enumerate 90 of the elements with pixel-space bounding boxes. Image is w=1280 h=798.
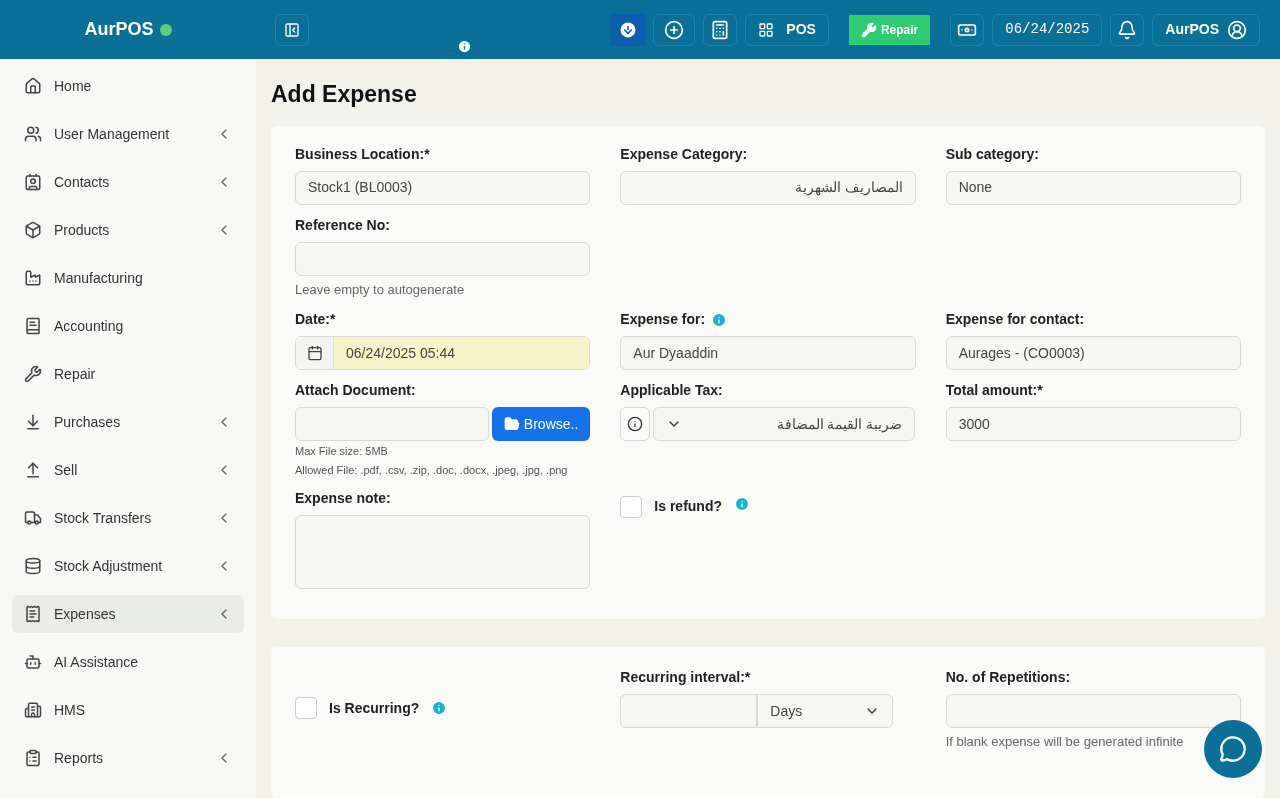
tax-select[interactable]: ضريبة القيمة المضافة — [653, 407, 916, 441]
contact-card-icon — [24, 173, 42, 191]
browse-button[interactable]: Browse.. — [491, 407, 591, 441]
reference-input[interactable] — [295, 241, 591, 276]
field-label: Attach Document: — [295, 381, 416, 400]
checkbox-label: Is Recurring? — [329, 698, 420, 718]
factory-icon — [24, 269, 42, 287]
notifications-button[interactable] — [1110, 13, 1145, 46]
calculator-button[interactable] — [703, 13, 738, 46]
field-label: Expense note: — [295, 489, 391, 508]
contact-select[interactable]: Aurages - (CO0003) — [945, 336, 1241, 370]
info-icon — [627, 416, 644, 432]
sidebar-toggle-button[interactable] — [275, 13, 309, 46]
sidebar-item[interactable]: HMS — [12, 691, 244, 729]
field-label: Expense for: — [620, 310, 706, 329]
field-label: No. of Repetitions: — [945, 668, 1071, 687]
sidebar-item[interactable]: Stock Transfers — [12, 499, 244, 537]
bell-icon — [1117, 19, 1138, 40]
user-icon — [1227, 19, 1247, 40]
download-icon — [618, 19, 639, 40]
user-menu-button[interactable]: AurPOS — [1152, 13, 1260, 46]
pos-button[interactable]: POS — [745, 13, 829, 46]
sidebar-item[interactable]: Contacts — [12, 163, 244, 201]
wrench-icon — [860, 21, 877, 38]
brand-name: AurPOS — [84, 18, 154, 41]
folder-icon — [503, 416, 520, 432]
field-label: Date:* — [295, 310, 336, 329]
page-title: Add Expense — [271, 80, 418, 109]
sidebar-item[interactable]: Stock Adjustment — [12, 547, 244, 585]
field-label: Recurring interval:* — [620, 668, 751, 687]
help-text: Leave empty to autogenerate — [295, 280, 466, 299]
field-label: Expense for contact: — [945, 310, 1085, 329]
sidebar-item[interactable]: Reports — [12, 739, 244, 777]
expense-for-select[interactable]: Aur Dyaaddin — [620, 336, 916, 370]
sidebar-item[interactable]: Expenses — [12, 595, 244, 633]
location-select[interactable]: Stock1 (BL0003) — [295, 170, 591, 205]
building-icon — [24, 701, 42, 719]
sidebar-item[interactable]: Accounting — [12, 307, 244, 345]
field-label: Reference No: — [295, 215, 390, 235]
box-icon — [24, 221, 42, 239]
home-icon — [24, 77, 42, 95]
wrench-icon — [24, 365, 42, 383]
date-button[interactable]: 06/24/2025 — [992, 13, 1103, 46]
clipboard-icon — [24, 749, 42, 767]
receipt-icon — [24, 605, 42, 623]
field-label: Applicable Tax: — [620, 381, 723, 400]
file-input[interactable] — [295, 407, 489, 441]
field-label: Business Location:* — [295, 144, 430, 164]
help-text: Allowed File: .pdf, .csv, .zip, .doc, .docx, .jpeg, .jpg, .png — [295, 462, 569, 478]
add-button[interactable] — [653, 13, 696, 46]
checkbox[interactable] — [295, 697, 317, 719]
chat-bubble-icon — [1219, 735, 1247, 763]
note-textarea[interactable] — [295, 515, 591, 589]
sidebar-item[interactable]: Home — [12, 67, 244, 105]
sidebar-panel-icon — [284, 21, 300, 38]
upload-icon — [24, 461, 42, 479]
amount-input[interactable]: 3000 — [945, 407, 1241, 441]
sidebar-item[interactable]: Manufacturing — [12, 259, 244, 297]
sidebar-item[interactable]: Sell — [12, 451, 244, 489]
sidebar-item[interactable]: Repair — [12, 355, 244, 393]
robot-icon — [24, 653, 42, 671]
checkbox[interactable] — [620, 496, 643, 518]
interval-unit-select[interactable]: Days — [757, 694, 894, 728]
help-text: If blank expense will be generated infinite — [945, 733, 1184, 751]
plus-icon — [664, 19, 685, 40]
truck-icon — [24, 509, 42, 527]
users-icon — [24, 125, 42, 143]
grid-icon — [758, 21, 775, 38]
checkbox-label: Is refund? — [654, 497, 722, 516]
sidebar-item[interactable]: Products — [12, 211, 244, 249]
sidebar-item[interactable]: User Management — [12, 115, 244, 153]
calendar-icon — [306, 345, 323, 361]
download-icon — [24, 413, 42, 431]
repetitions-input[interactable] — [945, 694, 1241, 728]
calculator-icon — [710, 19, 731, 40]
field-label: Expense Category: — [620, 144, 748, 164]
field-label: Total amount:* — [945, 381, 1043, 400]
book-icon — [24, 317, 42, 335]
sidebar-item[interactable]: Purchases — [12, 403, 244, 441]
field-label: Sub category: — [945, 144, 1039, 164]
category-select[interactable]: المصاريف الشهرية — [620, 170, 916, 205]
subcategory-select[interactable]: None — [945, 170, 1241, 205]
database-icon — [24, 557, 42, 575]
download-button[interactable] — [611, 13, 646, 46]
date-input[interactable]: 06/24/2025 05:44 — [295, 336, 591, 370]
info-icon[interactable] — [457, 39, 472, 54]
interval-input[interactable] — [620, 694, 758, 728]
cash-button[interactable] — [950, 13, 985, 46]
help-text: Max File size: 5MB — [295, 444, 389, 459]
sidebar-item[interactable]: AI Assistance — [12, 643, 244, 681]
